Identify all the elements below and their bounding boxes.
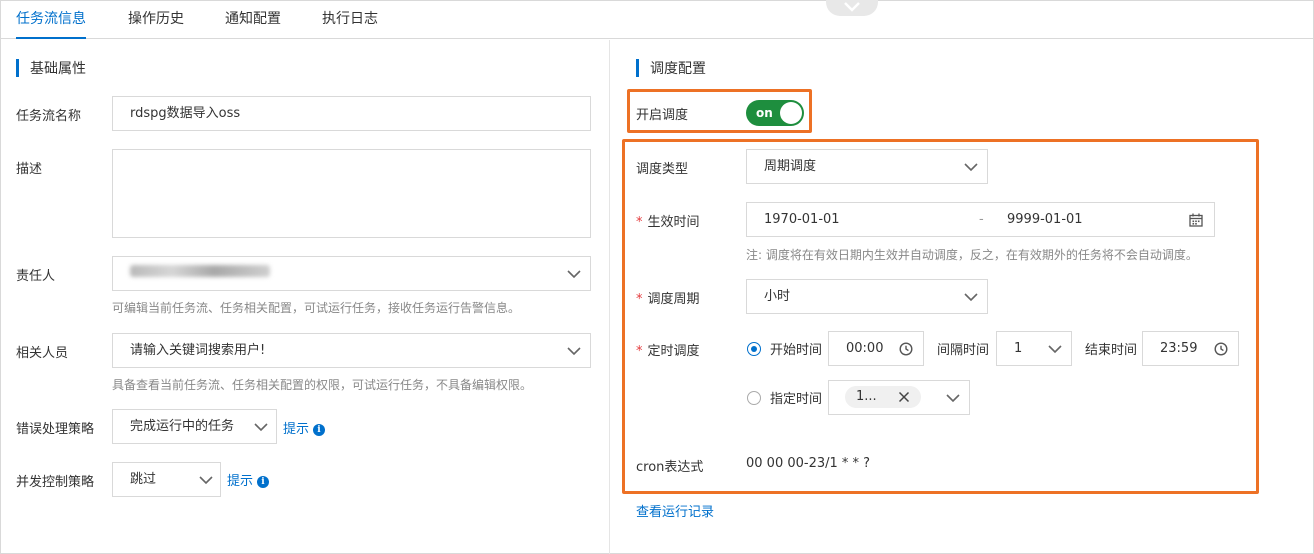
error-strategy-select[interactable]: 完成运行中的任务 (112, 409, 277, 444)
effective-date-range[interactable]: 1970-01-01 - 9999-01-01 (746, 202, 1215, 237)
cron-value: 00 00 00-23/1 * * ? (746, 456, 871, 471)
date-end[interactable]: 9999-01-01 (1007, 203, 1083, 236)
effective-time-label: * 生效时间 (636, 215, 700, 230)
info-icon: i (313, 424, 326, 436)
tab-notification-config[interactable]: 通知配置 (225, 0, 281, 38)
schedule-period-label: * 调度周期 (636, 292, 700, 307)
chevron-down-icon (964, 293, 978, 302)
schedule-type-select[interactable]: 周期调度 (746, 149, 988, 184)
toggle-on-text: on (756, 106, 773, 120)
schedule-type-value: 周期调度 (764, 159, 817, 174)
date-separator: - (979, 212, 984, 227)
radio-specified-time[interactable] (747, 391, 761, 405)
enable-schedule-label: 开启调度 (636, 108, 689, 123)
tab-execution-log[interactable]: 执行日志 (322, 0, 378, 38)
collapse-toggle[interactable] (826, 0, 878, 16)
chevron-down-icon (844, 2, 860, 12)
start-time-label: 开始时间 (770, 343, 823, 358)
schedule-toggle[interactable]: on (746, 100, 804, 126)
error-strategy-tip[interactable]: 提示 i (283, 418, 326, 437)
section-title-basic: 基础属性 (16, 58, 86, 78)
chevron-down-icon (964, 163, 978, 172)
owner-label: 责任人 (16, 269, 56, 284)
interval-label: 间隔时间 (937, 343, 990, 358)
clock-icon (899, 342, 913, 356)
error-strategy-label: 错误处理策略 (16, 422, 95, 437)
specified-time-label: 指定时间 (770, 392, 823, 407)
tab-workflow-info[interactable]: 任务流信息 (16, 0, 86, 39)
effective-note: 注: 调度将在有效日期内生效并自动调度，反之，在有效期外的任务将不会自动调度。 (746, 248, 1198, 262)
name-label: 任务流名称 (16, 109, 82, 124)
tab-operation-history[interactable]: 操作历史 (128, 0, 184, 38)
error-strategy-value: 完成运行中的任务 (130, 419, 235, 434)
cron-label: cron表达式 (636, 460, 704, 475)
tab-bar: 任务流信息 操作历史 通知配置 执行日志 (0, 0, 1314, 39)
end-time-label: 结束时间 (1085, 343, 1138, 358)
owner-select[interactable] (112, 256, 591, 291)
concurrency-value: 跳过 (130, 472, 157, 487)
schedule-period-value: 小时 (764, 289, 791, 304)
owner-hint: 可编辑当前任务流、任务相关配置，可试运行任务，接收任务运行告警信息。 (112, 301, 521, 315)
concurrency-tip[interactable]: 提示 i (227, 470, 270, 489)
timed-schedule-label: * 定时调度 (636, 344, 700, 359)
chevron-down-icon (1048, 345, 1062, 354)
interval-value: 1 (1014, 341, 1023, 356)
schedule-type-label: 调度类型 (636, 162, 689, 177)
chevron-down-icon (199, 476, 213, 485)
concurrency-label: 并发控制策略 (16, 475, 95, 490)
start-time-value: 00:00 (846, 341, 884, 356)
related-hint: 具备查看当前任务流、任务相关配置的权限，可试运行任务，不具备编辑权限。 (112, 378, 533, 392)
specified-time-tag: 1... (845, 386, 921, 408)
concurrency-select[interactable]: 跳过 (112, 462, 221, 497)
chevron-down-icon (946, 394, 960, 403)
chevron-down-icon (567, 270, 581, 279)
start-time-picker[interactable]: 00:00 (828, 331, 924, 366)
view-run-records-link[interactable]: 查看运行记录 (636, 501, 714, 520)
tip-label: 提示 (283, 422, 310, 437)
desc-textarea[interactable] (112, 149, 591, 238)
related-users-select[interactable]: 请输入关键词搜索用户! (112, 333, 591, 368)
end-time-value: 23:59 (1160, 341, 1198, 356)
clock-icon (1214, 342, 1228, 356)
tag-text: 1... (856, 389, 877, 404)
chevron-down-icon (567, 347, 581, 356)
related-placeholder: 请输入关键词搜索用户! (130, 343, 266, 358)
related-label: 相关人员 (16, 346, 69, 361)
highlight-schedule-box (622, 139, 1259, 494)
info-icon: i (257, 476, 270, 488)
chevron-down-icon (254, 423, 268, 432)
owner-value-redacted (130, 265, 270, 277)
end-time-picker[interactable]: 23:59 (1142, 331, 1239, 366)
toggle-knob (780, 102, 802, 124)
interval-select[interactable]: 1 (996, 331, 1072, 366)
name-input[interactable]: rdspg数据导入oss (112, 96, 591, 131)
section-title-schedule: 调度配置 (636, 58, 706, 78)
schedule-period-select[interactable]: 小时 (746, 279, 988, 314)
tip-label: 提示 (227, 474, 254, 489)
close-icon[interactable] (898, 391, 910, 403)
name-value: rdspg数据导入oss (130, 106, 241, 121)
column-divider (609, 40, 610, 554)
date-start[interactable]: 1970-01-01 (764, 203, 840, 236)
desc-label: 描述 (16, 162, 43, 177)
calendar-icon[interactable] (1189, 213, 1203, 227)
radio-start-time[interactable] (747, 342, 761, 356)
